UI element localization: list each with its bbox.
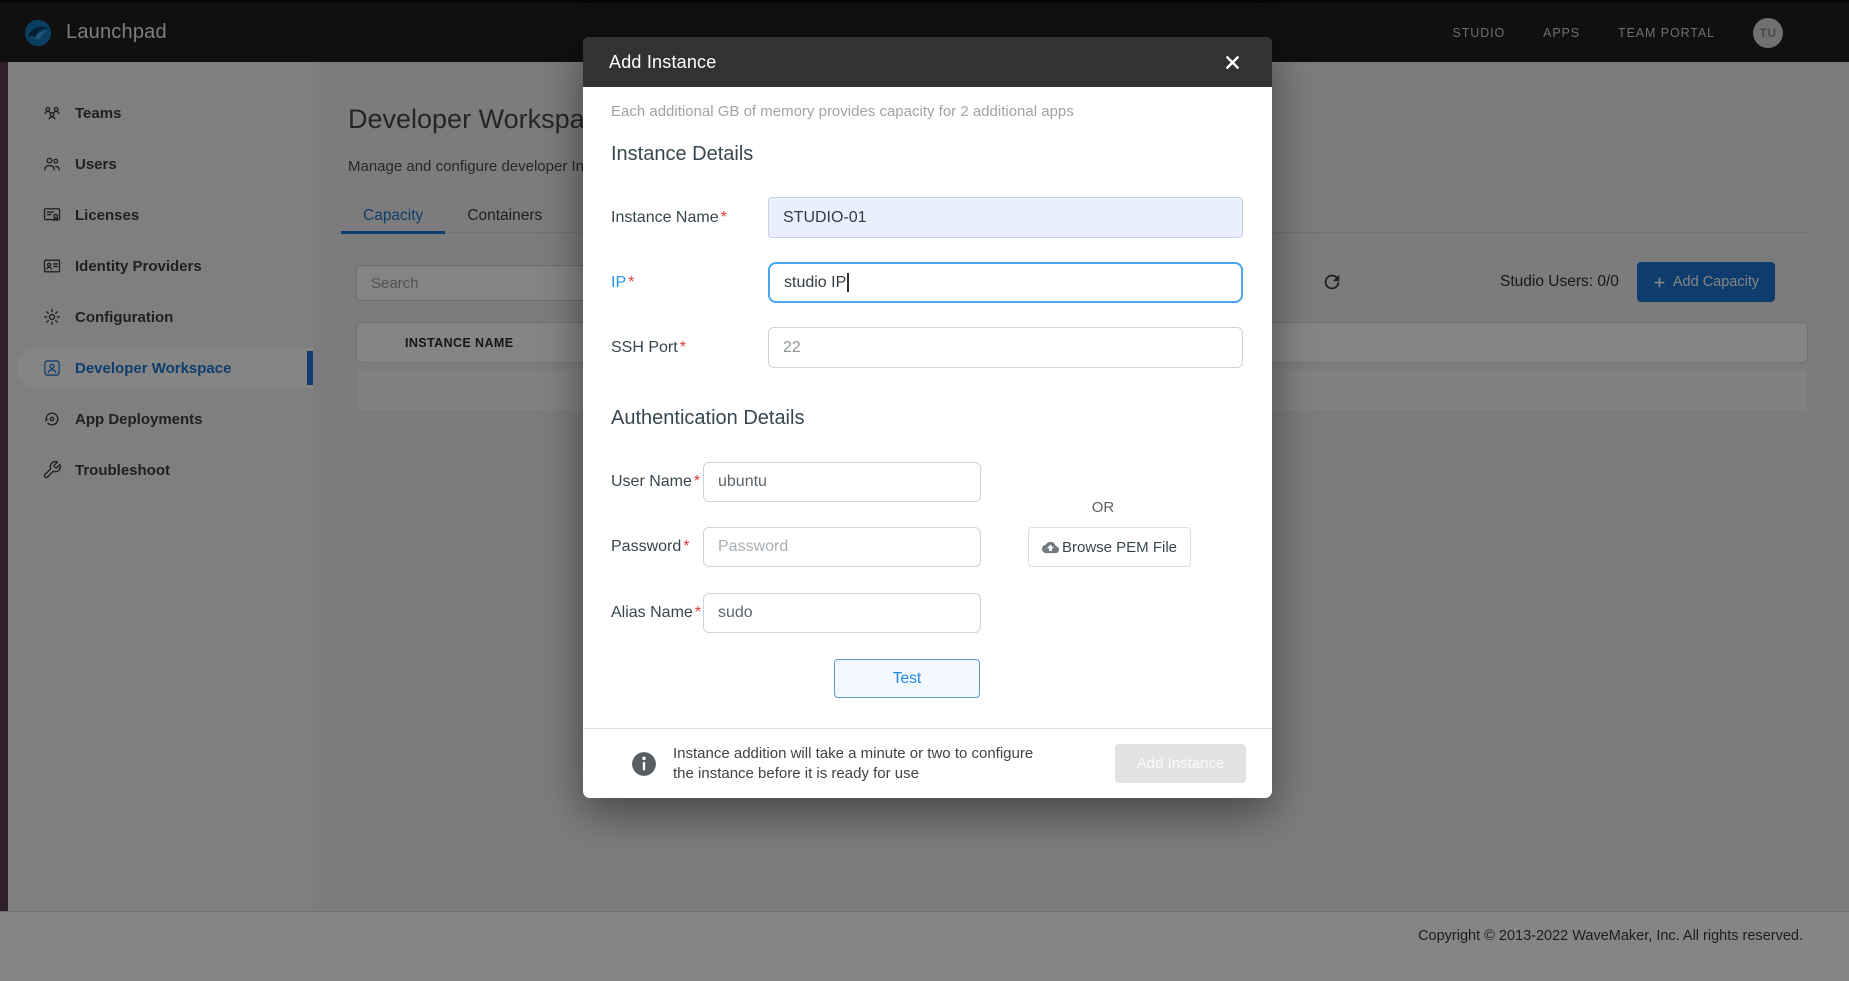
password-input[interactable] — [703, 527, 981, 567]
required-asterisk: * — [680, 339, 686, 357]
modal-subtitle: Each additional GB of memory provides ca… — [611, 103, 1074, 120]
launchpad-app: Launchpad STUDIO APPS TEAM PORTAL TU Tea… — [0, 0, 1849, 981]
test-button[interactable]: Test — [834, 659, 980, 698]
or-divider-label: OR — [1053, 499, 1153, 516]
ip-input[interactable]: studio IP — [768, 262, 1243, 303]
section-instance-details: Instance Details — [611, 143, 753, 166]
instance-name-input[interactable] — [768, 197, 1243, 238]
required-asterisk: * — [628, 274, 634, 292]
password-label: Password* — [611, 527, 689, 567]
cloud-upload-icon — [1042, 539, 1059, 556]
browse-pem-file-button[interactable]: Browse PEM File — [1028, 527, 1191, 567]
ip-input-value: studio IP — [784, 274, 846, 292]
browse-pem-label: Browse PEM File — [1062, 539, 1177, 556]
ssh-port-input[interactable] — [768, 327, 1243, 368]
text-cursor — [847, 273, 849, 292]
info-icon — [631, 751, 657, 777]
section-authentication-details: Authentication Details — [611, 407, 804, 430]
alias-name-label: Alias Name* — [611, 593, 701, 633]
modal-header: Add Instance — [583, 37, 1272, 87]
add-instance-modal: Add Instance Each additional GB of memor… — [583, 37, 1272, 798]
instance-note: Instance addition will take a minute or … — [673, 744, 1033, 784]
required-asterisk: * — [683, 538, 689, 556]
required-asterisk: * — [694, 473, 700, 491]
user-name-label: User Name* — [611, 462, 700, 502]
close-icon[interactable] — [1218, 48, 1246, 76]
user-name-input[interactable] — [703, 462, 981, 502]
alias-name-input[interactable] — [703, 593, 981, 633]
required-asterisk: * — [695, 604, 701, 622]
required-asterisk: * — [721, 209, 727, 227]
modal-footer: Instance addition will take a minute or … — [583, 728, 1272, 798]
ip-label: IP* — [611, 262, 634, 303]
add-instance-button[interactable]: Add Instance — [1115, 744, 1246, 783]
modal-title: Add Instance — [609, 52, 716, 73]
ssh-port-label: SSH Port* — [611, 327, 686, 368]
instance-name-label: Instance Name* — [611, 197, 727, 238]
